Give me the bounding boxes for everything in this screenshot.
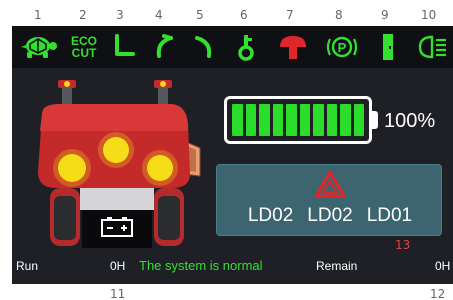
callout-2: 2	[79, 8, 87, 22]
battery-cell	[326, 104, 337, 136]
battery-cell	[232, 104, 243, 136]
indicator-icon-bar: ECO CUT P	[12, 26, 453, 68]
system-status-message: The system is normal	[139, 258, 263, 273]
door-icon[interactable]	[374, 33, 402, 61]
callout-12: 12	[430, 287, 446, 300]
mower-battery-icon	[100, 215, 134, 244]
emergency-stop-icon[interactable]	[276, 33, 310, 61]
seat-icon[interactable]	[108, 33, 140, 61]
callout-10: 10	[421, 8, 437, 22]
run-hours-value: 0H	[110, 259, 126, 273]
fault-code: LD01	[366, 205, 413, 226]
battery-cell	[353, 104, 364, 136]
remain-hours-value: 0H	[435, 259, 451, 273]
battery-terminal	[372, 111, 378, 129]
callout-11: 11	[110, 287, 126, 300]
callout-1: 1	[34, 8, 42, 22]
key-icon[interactable]	[230, 33, 262, 61]
battery-cell	[313, 104, 324, 136]
mower-illustration	[20, 76, 210, 251]
battery-cells	[232, 104, 364, 136]
fault-code-panel[interactable]: LD02 LD02 LD01	[216, 164, 442, 236]
right-turn-icon[interactable]	[188, 33, 220, 61]
svg-text:P: P	[338, 40, 347, 55]
callout-8: 8	[335, 8, 343, 22]
callout-4: 4	[155, 8, 163, 22]
battery-percent: 100%	[384, 110, 436, 132]
callout-5: 5	[196, 8, 204, 22]
callout-13: 13	[395, 238, 411, 252]
dashboard-screen: ECO CUT P 100% LD02 LD02 LD01 13 Run 0H …	[12, 26, 453, 284]
warning-triangle-icon	[314, 170, 346, 203]
run-label: Run	[16, 259, 39, 273]
callout-3: 3	[116, 8, 124, 22]
parking-brake-icon[interactable]: P	[322, 33, 362, 61]
remain-label: Remain	[316, 259, 358, 273]
battery-cell	[245, 104, 256, 136]
callout-6: 6	[240, 8, 248, 22]
battery-cell	[299, 104, 310, 136]
battery-cell	[340, 104, 351, 136]
headlight-icon[interactable]	[414, 33, 450, 61]
callout-9: 9	[381, 8, 389, 22]
callout-7: 7	[286, 8, 294, 22]
battery-gauge	[224, 96, 372, 144]
left-turn-icon[interactable]	[148, 33, 180, 61]
status-bar: Run 0H The system is normal Remain 0H	[12, 254, 453, 278]
battery-cell	[286, 104, 297, 136]
fault-code: LD02	[247, 205, 294, 226]
fault-code: LD02	[307, 205, 353, 226]
turtle-icon[interactable]	[18, 33, 60, 61]
fault-code-list: LD02 LD02 LD01	[217, 205, 443, 227]
battery-cell	[259, 104, 270, 136]
eco-cut-line2: CUT	[71, 46, 97, 60]
battery-cell	[272, 104, 283, 136]
eco-cut-indicator[interactable]: ECO CUT	[68, 35, 100, 59]
